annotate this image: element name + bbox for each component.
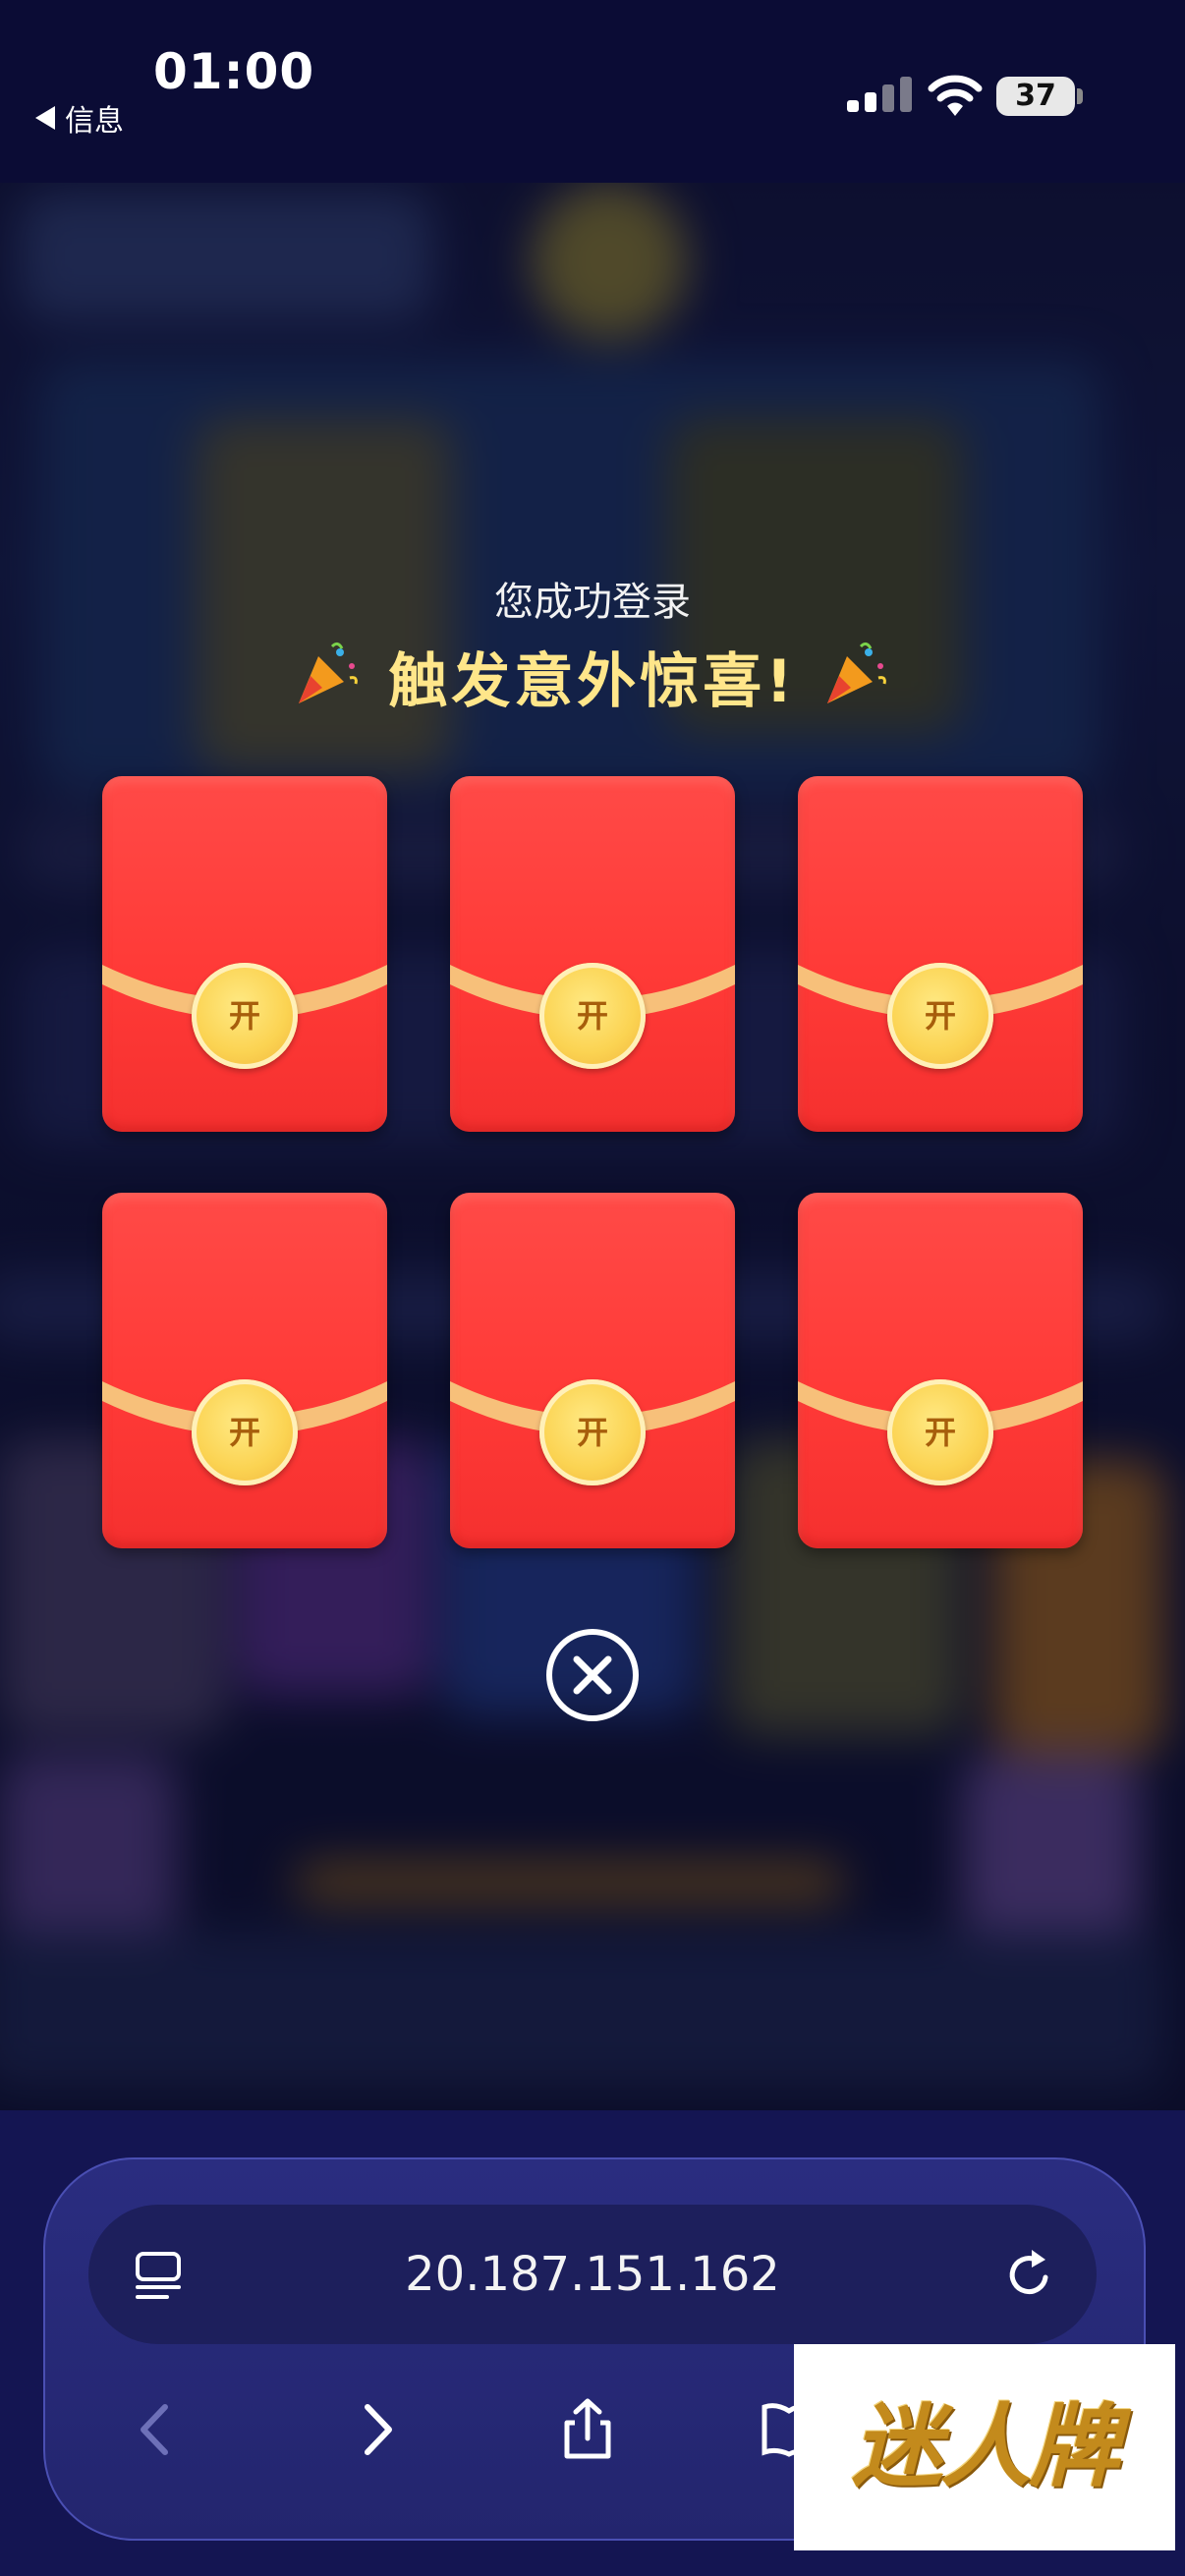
- battery-tip: [1077, 88, 1083, 104]
- reload-icon[interactable]: [1002, 2248, 1057, 2303]
- back-app-label: 信息: [65, 104, 124, 139]
- party-popper-icon: [299, 642, 358, 703]
- open-coin-button[interactable]: 开: [539, 1379, 646, 1485]
- url-text[interactable]: 20.187.151.162: [88, 2205, 1097, 2344]
- watermark-text: 迷人牌: [851, 2394, 1119, 2499]
- open-coin-button[interactable]: 开: [887, 1379, 993, 1485]
- back-arrow-icon: [35, 106, 55, 130]
- envelope-flap-curve: [798, 1381, 1083, 1435]
- red-envelope[interactable]: 开: [450, 1193, 735, 1548]
- page-menu-icon[interactable]: [132, 2248, 187, 2303]
- battery-icon: 37: [996, 77, 1075, 116]
- back-arrow-icon[interactable]: [124, 2397, 189, 2462]
- red-envelope[interactable]: 开: [102, 776, 387, 1132]
- envelope-flap-curve: [102, 965, 387, 1019]
- red-envelope[interactable]: 开: [102, 1193, 387, 1548]
- close-popup-button[interactable]: [544, 1627, 641, 1723]
- envelope-flap-curve: [450, 1381, 735, 1435]
- open-coin-button[interactable]: 开: [192, 963, 298, 1069]
- blurred-webpage-background: [0, 183, 1185, 2110]
- forward-arrow-icon[interactable]: [344, 2397, 409, 2462]
- back-to-app-button[interactable]: 信息: [35, 96, 124, 140]
- envelope-flap-curve: [102, 1381, 387, 1435]
- wifi-icon: [928, 75, 983, 116]
- open-coin-button[interactable]: 开: [539, 963, 646, 1069]
- red-envelope[interactable]: 开: [450, 776, 735, 1132]
- red-envelope[interactable]: 开: [798, 776, 1083, 1132]
- share-icon[interactable]: [555, 2397, 620, 2462]
- envelope-flap-curve: [450, 965, 735, 1019]
- open-coin-button[interactable]: 开: [192, 1379, 298, 1485]
- open-coin-button[interactable]: 开: [887, 963, 993, 1069]
- status-bar: 01:00 信息 37: [0, 0, 1185, 183]
- red-envelope[interactable]: 开: [798, 1193, 1083, 1548]
- popup-subtitle: 您成功登录: [494, 580, 691, 625]
- popup-title: 触发意外惊喜!: [388, 647, 797, 716]
- envelope-flap-curve: [798, 965, 1083, 1019]
- cellular-signal-icon: [847, 77, 912, 112]
- watermark-logo: 迷人牌: [794, 2344, 1175, 2550]
- party-popper-icon: [827, 642, 886, 703]
- clock-time: 01:00: [153, 43, 315, 100]
